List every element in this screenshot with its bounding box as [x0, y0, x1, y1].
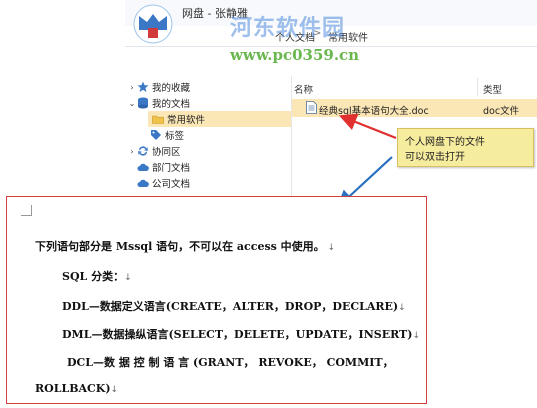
- red-arrow: [338, 113, 397, 140]
- page-corner-mark: [21, 205, 32, 216]
- doc-line-3: DDL—数据定义语言(CREATE，ALTER，DROP，DECLARE)↓: [62, 300, 406, 313]
- doc-line-2: SQL 分类：↓: [62, 270, 132, 283]
- doc-line-5: DCL—数 据 控 制 语 言 (GRANT， REVOKE， COMMIT，: [67, 356, 394, 369]
- doc-line-1: 下列语句部分是 Mssql 语句，不可以在 access 中使用。 ↓: [35, 240, 336, 253]
- doc-line-4: DML—数据操纵语言(SELECT，DELETE，UPDATE，INSERT)↓: [62, 328, 420, 341]
- doc-line-6: ROLLBACK)↓: [35, 382, 119, 395]
- document-preview: 下列语句部分是 Mssql 语句，不可以在 access 中使用。 ↓ SQL …: [6, 196, 427, 404]
